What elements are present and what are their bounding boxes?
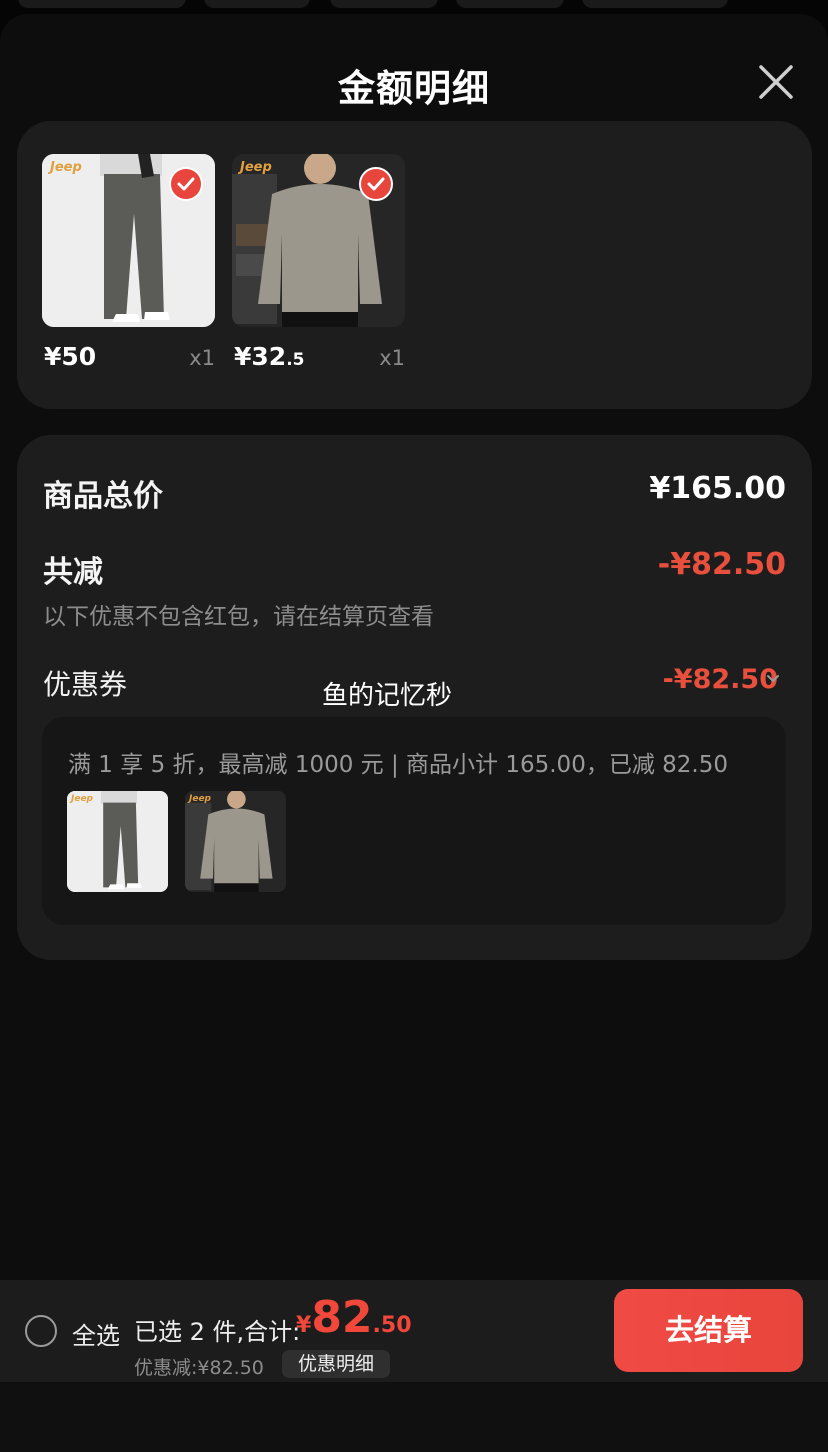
product-brand-logo: Jeep [50,160,82,175]
watermark-text: 鱼的记忆秒 [322,681,453,711]
background-tab [18,0,186,8]
checkout-bar: 全选 已选 2 件,合计: ¥82.50 优惠减:¥82.50 优惠明细 去结算 [0,1280,828,1382]
discount-note: 以下优惠不包含红包，请在结算页查看 [43,604,434,630]
coupon-rule-text: 满 1 享 5 折，最高减 1000 元 | 商品小计 165.00，已减 82… [68,752,728,778]
selected-products-card: Jeep ¥50 x1 Jeep ¥32.5 x1 [17,121,812,409]
product-image-sweatshirt: Jeep [232,154,405,327]
background-tab [582,0,728,8]
discount-amount-text: 优惠减:¥82.50 [134,1357,264,1379]
background-tab [456,0,564,8]
total-reduction-value: -¥82.50 [657,547,786,582]
check-icon [367,177,385,191]
sweatshirt-illustration [185,791,286,892]
background-tab [204,0,310,8]
product-tile[interactable]: Jeep ¥50 x1 [42,154,215,371]
product-brand-logo: Jeep [189,794,211,804]
product-image-pants: Jeep [42,154,215,327]
product-quantity: x1 [379,346,405,370]
coupon-value[interactable]: -¥82.50 [663,664,778,695]
check-icon [177,177,195,191]
total-price-label: 商品总价 [43,479,163,514]
chevron-down-icon[interactable] [766,673,780,685]
product-price: ¥50 [44,342,97,371]
coupon-label: 优惠券 [43,668,128,701]
background-tab-strip [0,0,828,10]
checkout-total: ¥82.50 [296,1292,412,1343]
close-button[interactable] [754,60,798,104]
background-tab [330,0,438,8]
selected-check[interactable] [359,167,393,201]
pants-illustration [67,791,168,892]
product-price: ¥32.5 [234,342,305,371]
product-tile[interactable]: Jeep ¥32.5 x1 [232,154,405,371]
discount-detail-button[interactable]: 优惠明细 [282,1350,390,1378]
coupon-product-thumb: Jeep [185,791,286,892]
coupon-product-thumb: Jeep [67,791,168,892]
sheet-title: 金额明细 [338,67,490,110]
select-all-label[interactable]: 全选 [72,1316,120,1351]
total-price-value: ¥165.00 [649,471,786,506]
amount-detail-page: 金额明细 Jeep ¥50 x1 Jeep ¥32.5 x1 商品总价 ¥165… [0,0,828,1452]
coupon-detail-box: 满 1 享 5 折，最高减 1000 元 | 商品小计 165.00，已减 82… [42,717,786,925]
product-quantity: x1 [189,346,215,370]
product-brand-logo: Jeep [240,160,272,175]
total-reduction-label: 共减 [43,555,103,590]
selected-check[interactable] [169,167,203,201]
bottom-safe-area [0,1382,828,1452]
close-icon [759,65,793,99]
product-brand-logo: Jeep [71,794,93,804]
checkout-button[interactable]: 去结算 [614,1289,803,1372]
selected-count-text: 已选 2 件,合计: [134,1318,301,1346]
radio-unchecked-icon[interactable] [25,1315,57,1347]
